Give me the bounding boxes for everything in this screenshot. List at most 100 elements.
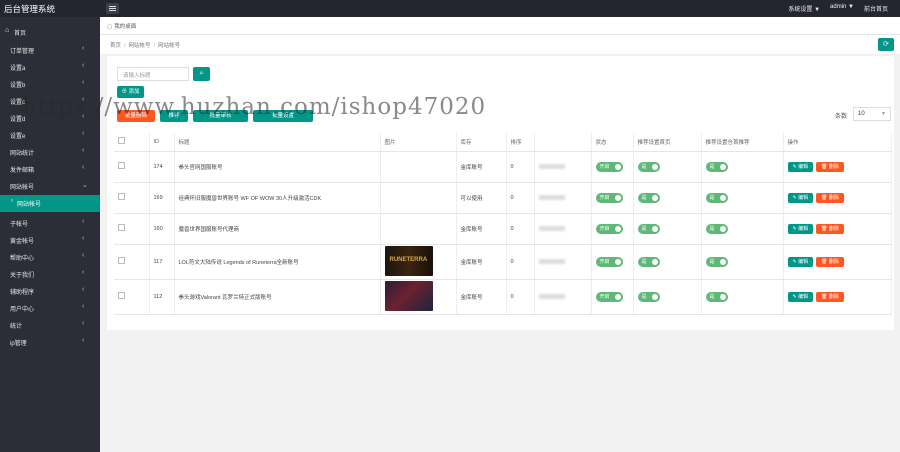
sidebar-item-help[interactable]: 帮助中心 ‹ [0, 249, 100, 264]
edit-button[interactable]: ✎ 编辑 [787, 256, 814, 267]
sidebar-item-label: 发件邮箱 [10, 168, 35, 174]
sidebar-item-label: 黄金帐号 [10, 239, 35, 245]
recommend-home-switch[interactable]: 是 [637, 161, 660, 172]
sidebar-item-label: 网站统计 [10, 151, 35, 157]
redacted-cell [534, 213, 592, 245]
recommend-home-cell: 是 [633, 151, 702, 183]
app-title: 后台管理系统 [4, 4, 56, 14]
column-header: 库存 [456, 133, 507, 152]
status-switch[interactable]: 开启 [595, 291, 623, 302]
sidebar-item-settings-b[interactable]: 设置b ‹ [0, 76, 100, 91]
sort-cell: 0 [506, 182, 535, 214]
user-menu[interactable]: admin ▼ [830, 4, 854, 13]
recommend-home-switch[interactable]: 是 [637, 291, 660, 302]
row-checkbox[interactable] [118, 257, 125, 264]
delete-button[interactable]: 🗑 删除 [816, 161, 844, 172]
tab-desktop[interactable]: ▢ 我的桌面 [107, 22, 136, 30]
sidebar-item-about[interactable]: 关于我们 ‹ [0, 266, 100, 281]
chevron-left-icon: ‹ [82, 130, 85, 137]
breadcrumb-current: 网站帐号 [158, 43, 181, 49]
id-cell: 174 [149, 151, 175, 183]
delete-button[interactable]: 🗑 删除 [816, 291, 844, 302]
recommend-home-switch[interactable]: 是 [637, 256, 660, 267]
sidebar-item-accounts[interactable]: 网站帐号 ⌄ [0, 178, 100, 193]
status-switch[interactable]: 开启 [595, 161, 623, 172]
redacted-value [538, 163, 565, 169]
sidebar-item-ip[interactable]: ip管理 ‹ [0, 334, 100, 349]
status-switch[interactable]: 开启 [595, 192, 623, 203]
chevron-left-icon: ‹ [82, 303, 85, 310]
search-button[interactable]: ⌕ [193, 67, 210, 81]
tab-bar: ▢ 我的桌面 [100, 17, 900, 35]
product-thumbnail [384, 280, 433, 311]
accounts-table: ID 标题 图片 库存 排序 状态 推荐设置首页 推荐设置仓首推荐 操作 174… [114, 133, 892, 315]
sidebar-item-statistics[interactable]: 统计 ‹ [0, 317, 100, 332]
chevron-left-icon: ‹ [82, 269, 85, 276]
recommend-top-switch[interactable]: 是 [705, 256, 728, 267]
page-size-select[interactable]: 10 ▼ [853, 107, 891, 121]
row-checkbox[interactable] [118, 162, 125, 169]
recommend-top-switch[interactable]: 是 [705, 223, 728, 234]
menu-toggle-button[interactable] [106, 3, 119, 14]
table-row: 112 拳头游戏Valorant 瓦罗兰特正式版账号 金库账号 0 开启 是 是… [114, 279, 892, 315]
image-cell [380, 182, 457, 214]
sidebar-item-tools[interactable]: 辅助程序 ‹ [0, 283, 100, 298]
sidebar-item-user-center[interactable]: 用户中心 ‹ [0, 300, 100, 315]
chevron-down-icon: ⌄ [82, 182, 88, 189]
search-input[interactable]: 请输入标题 [117, 67, 189, 81]
recommend-home-switch[interactable]: 是 [637, 223, 660, 234]
column-header: ID [149, 133, 175, 152]
sidebar-item-accounts-sub[interactable]: › 网站帐号 [0, 195, 100, 212]
sidebar-item-label: 订单管理 [10, 49, 35, 55]
row-select-cell [114, 213, 150, 245]
refresh-button[interactable]: ⟳ [878, 38, 894, 51]
table-header-row: ID 标题 图片 库存 排序 状态 推荐设置首页 推荐设置仓首推荐 操作 [114, 133, 892, 152]
status-switch[interactable]: 开启 [595, 223, 623, 234]
sort-cell: 0 [506, 151, 535, 183]
chevron-left-icon: ‹ [82, 235, 85, 242]
recommend-top-switch[interactable]: 是 [705, 161, 728, 172]
sidebar-item-sub-accounts[interactable]: 子帐号 ‹ [0, 215, 100, 230]
status-cell: 开启 [591, 279, 634, 315]
sidebar-item-gold-accounts[interactable]: 黄金帐号 ‹ [0, 232, 100, 247]
recommend-home-cell: 是 [633, 213, 702, 245]
sidebar-item-stats[interactable]: 网站统计 ‹ [0, 144, 100, 159]
sidebar-item-orders[interactable]: 订单管理 ‹ [0, 42, 100, 57]
recommend-top-switch[interactable]: 是 [705, 291, 728, 302]
column-header: 图片 [380, 133, 457, 152]
id-cell: 112 [149, 279, 175, 315]
edit-button[interactable]: ✎ 编辑 [787, 192, 814, 203]
recommend-home-switch[interactable]: 是 [637, 192, 660, 203]
row-checkbox[interactable] [118, 193, 125, 200]
redacted-cell [534, 182, 592, 214]
sidebar-item-mailbox[interactable]: 发件邮箱 ‹ [0, 161, 100, 176]
breadcrumb-home[interactable]: 首页 [110, 43, 121, 49]
page-size-label: 条数 [835, 114, 848, 120]
delete-button[interactable]: 🗑 删除 [816, 223, 844, 234]
breadcrumb: 首页 / 网站帐号 / 网站帐号 [110, 41, 180, 49]
sidebar-item-home[interactable]: ⌂ 首页 [0, 24, 100, 39]
breadcrumb-parent[interactable]: 网站帐号 [129, 43, 151, 49]
edit-button[interactable]: ✎ 编辑 [787, 161, 814, 172]
redacted-value [538, 225, 565, 231]
sidebar-item-settings-a[interactable]: 设置a ‹ [0, 59, 100, 74]
delete-button[interactable]: 🗑 删除 [816, 256, 844, 267]
row-checkbox[interactable] [118, 292, 125, 299]
tab-label: 我的桌面 [114, 24, 137, 30]
recommend-top-switch[interactable]: 是 [705, 192, 728, 203]
breadcrumb-bar: 首页 / 网站帐号 / 网站帐号 ⟳ [100, 35, 900, 55]
title-cell: 经典怀旧服魔兽世界账号 WF OF WOW 30人升级激活CDK [174, 182, 381, 214]
front-page-link[interactable]: 前台首页 [864, 4, 888, 13]
sort-cell: 0 [506, 244, 535, 280]
delete-button[interactable]: 🗑 删除 [816, 192, 844, 203]
select-all-checkbox[interactable] [118, 137, 125, 145]
chevron-left-icon: ‹ [82, 320, 85, 327]
edit-button[interactable]: ✎ 编辑 [787, 223, 814, 234]
system-settings-menu[interactable]: 系统设置 ▼ [788, 4, 820, 13]
row-checkbox[interactable] [118, 224, 125, 231]
column-header: 状态 [591, 133, 634, 152]
status-switch[interactable]: 开启 [595, 256, 623, 267]
sidebar-item-settings-e[interactable]: 设置e ‹ [0, 127, 100, 142]
edit-button[interactable]: ✎ 编辑 [787, 291, 814, 302]
table-row: 174 拳头官网国服账号 金库账号 0 开启 是 是 ✎ 编辑 🗑 删除 [114, 151, 892, 183]
